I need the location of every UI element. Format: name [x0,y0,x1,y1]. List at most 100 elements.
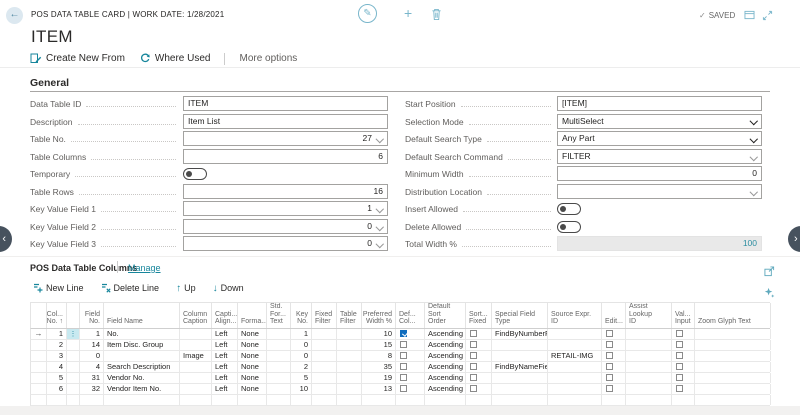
personalize-part-button[interactable] [764,287,775,298]
general-section-title[interactable]: General [30,77,69,89]
new-document-button[interactable]: + [404,5,412,21]
col-header-preferred_width[interactable]: Preferred Width % [362,303,396,328]
cell-source_expr_id[interactable]: RETAIL-IMG [548,351,602,361]
field-description[interactable]: Item List [183,114,388,129]
cell-assist_lookup_id[interactable] [626,395,672,405]
checkbox-validate_input[interactable] [676,374,683,381]
cell-field_no[interactable]: 31 [80,373,104,383]
cell-caption_align[interactable] [212,395,238,405]
cell-field_no[interactable]: 14 [80,340,104,350]
col-header-zoom_glyph_text[interactable]: Zoom Glyph Text [695,303,771,328]
row-selector-cell[interactable] [67,395,80,405]
row-selector-cell[interactable] [67,351,80,361]
cell-assist_lookup_id[interactable] [626,351,672,361]
cell-source_expr_id[interactable] [548,395,602,405]
cell-special_field_type[interactable]: FindByNameField [492,362,548,372]
cell-sort_fixed[interactable] [466,384,492,394]
cell-column_caption[interactable] [180,329,212,339]
cell-format[interactable]: None [238,329,267,339]
row-selector-cell[interactable] [67,340,80,350]
cell-std_format_text[interactable] [267,373,291,383]
cell-validate_input[interactable] [672,329,695,339]
cell-key_no[interactable]: 1 [291,329,312,339]
cell-zoom_glyph_text[interactable] [695,351,771,361]
col-header-std_format_text[interactable]: Std. For... Text [267,303,291,328]
checkbox-default_column[interactable] [400,341,407,348]
cell-preferred_width[interactable] [362,395,396,405]
checkbox-sort_fixed[interactable] [470,374,477,381]
row-selector-cell[interactable] [67,373,80,383]
cell-key_no[interactable]: 0 [291,351,312,361]
move-down-button[interactable]: ↓ Down [213,283,244,293]
cell-editable[interactable] [602,384,626,394]
cell-field_name[interactable]: Vendor Item No. [104,384,180,394]
cell-table_filter[interactable] [337,395,362,405]
cell-table_filter[interactable] [337,384,362,394]
cell-fixed_filter[interactable] [312,329,337,339]
checkbox-editable[interactable] [606,352,613,359]
col-header-table_filter[interactable]: Table Filter [337,303,362,328]
cell-field_name[interactable] [104,395,180,405]
cell-validate_input[interactable] [672,351,695,361]
select-selection-mode[interactable]: MultiSelect [557,114,762,129]
open-in-window-button[interactable] [744,10,755,20]
cell-assist_lookup_id[interactable] [626,373,672,383]
cell-table_filter[interactable] [337,329,362,339]
cell-preferred_width[interactable]: 13 [362,384,396,394]
cell-preferred_width[interactable]: 8 [362,351,396,361]
col-header-col_no[interactable]: Col... No. ↑ [47,303,67,328]
cell-zoom_glyph_text[interactable] [695,340,771,350]
cell-key_no[interactable] [291,395,312,405]
cell-caption_align[interactable]: Left [212,362,238,372]
cell-fixed_filter[interactable] [312,351,337,361]
cell-col_no[interactable] [47,395,67,405]
select-default-search-type[interactable]: Any Part [557,131,762,146]
cell-preferred_width[interactable]: 19 [362,373,396,383]
checkbox-editable[interactable] [606,374,613,381]
checkbox-default_column[interactable] [400,352,407,359]
cell-editable[interactable] [602,351,626,361]
col-header-editable[interactable]: Edit... [602,303,626,328]
cell-default_sort_order[interactable]: Ascending [425,340,466,350]
col-header-key_no[interactable]: Key No. [291,303,312,328]
cell-fixed_filter[interactable] [312,340,337,350]
cell-column_caption[interactable] [180,395,212,405]
field-table-columns[interactable]: 6 [183,149,388,164]
cell-col_no[interactable]: 6 [47,384,67,394]
cell-fixed_filter[interactable] [312,395,337,405]
checkbox-default_column[interactable] [400,374,407,381]
cell-caption_align[interactable]: Left [212,373,238,383]
field-table-no[interactable]: 27 [183,131,388,146]
cell-special_field_type[interactable] [492,395,548,405]
cell-source_expr_id[interactable] [548,340,602,350]
move-up-button[interactable]: ↑ Up [176,283,196,293]
checkbox-validate_input[interactable] [676,363,683,370]
cell-assist_lookup_id[interactable] [626,362,672,372]
cell-default_column[interactable] [396,351,425,361]
field-key-value-field-2[interactable]: 0 [183,219,388,234]
cell-column_caption[interactable] [180,384,212,394]
field-start-position[interactable]: [ITEM] [557,96,762,111]
cell-table_filter[interactable] [337,340,362,350]
more-options-button[interactable]: More options [239,53,297,64]
col-header-default_column[interactable]: Def... Col... [396,303,425,328]
cell-field_no[interactable] [80,395,104,405]
cell-default_sort_order[interactable] [425,395,466,405]
cell-column_caption[interactable] [180,340,212,350]
cell-source_expr_id[interactable] [548,362,602,372]
cell-validate_input[interactable] [672,373,695,383]
toggle-temporary[interactable] [183,168,207,180]
cell-field_no[interactable]: 4 [80,362,104,372]
cell-sort_fixed[interactable] [466,373,492,383]
checkbox-validate_input[interactable] [676,352,683,359]
checkbox-editable[interactable] [606,330,613,337]
cell-default_column[interactable] [396,373,425,383]
cell-fixed_filter[interactable] [312,362,337,372]
cell-default_column[interactable] [396,340,425,350]
cell-zoom_glyph_text[interactable] [695,384,771,394]
cell-key_no[interactable]: 2 [291,362,312,372]
checkbox-validate_input[interactable] [676,330,683,337]
cell-col_no[interactable]: 1 [47,329,67,339]
checkbox-sort_fixed[interactable] [470,341,477,348]
col-header-field_no[interactable]: Field No. [80,303,104,328]
